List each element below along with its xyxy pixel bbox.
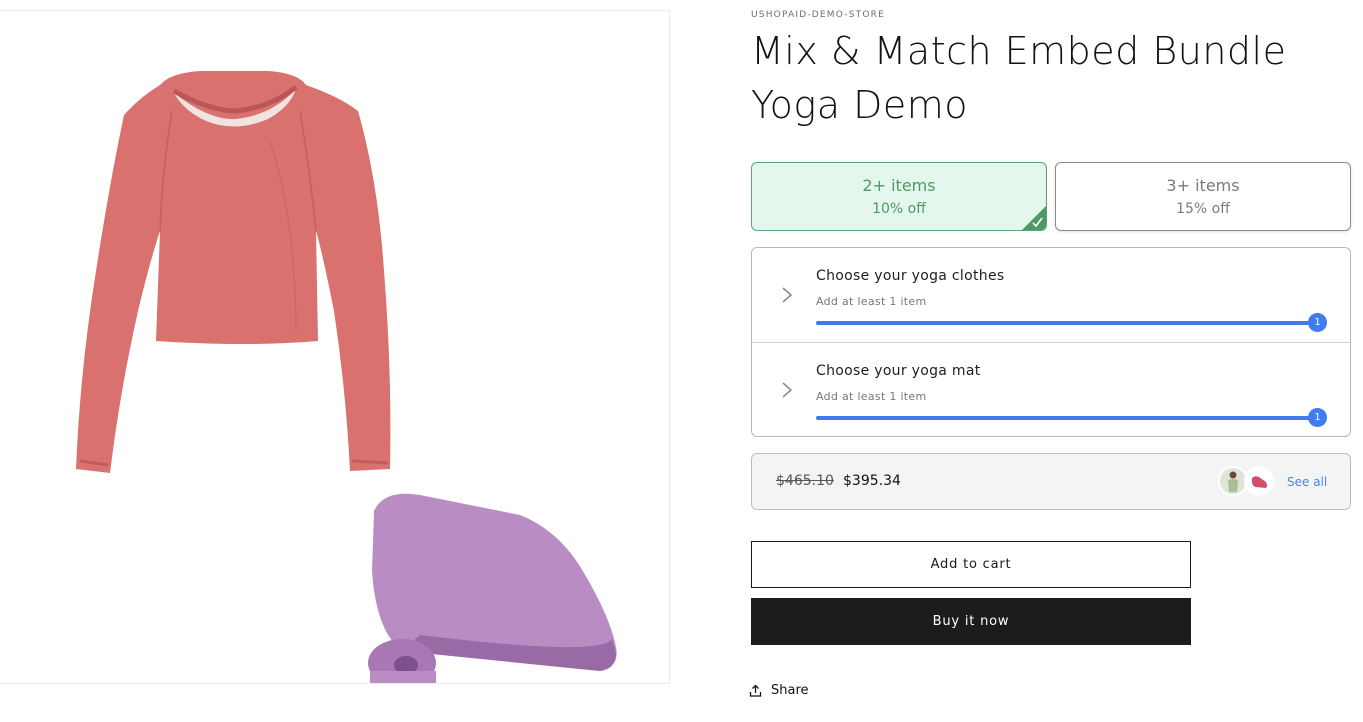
chevron-right-icon [782, 382, 793, 398]
step-progress-bar [816, 416, 1318, 420]
clothes-thumbnail-image [1220, 468, 1246, 494]
share-button[interactable]: Share [749, 683, 809, 698]
chevron-right-icon [782, 287, 793, 303]
tier-discount: 15% off [1176, 201, 1230, 217]
vendor-name: USHOPAID-DEMO-STORE [751, 10, 885, 20]
yoga-mat-illustration [368, 493, 617, 683]
product-title: Mix & Match Embed Bundle Yoga Demo [751, 29, 1287, 127]
original-price: $465.10 [776, 473, 834, 489]
shirt-illustration [76, 71, 391, 473]
step-yoga-mat[interactable]: Choose your yoga mat Add at least 1 item… [752, 342, 1350, 437]
share-label: Share [771, 683, 809, 698]
step-progress-bar [816, 321, 1318, 325]
mat-thumbnail-image [1246, 468, 1272, 494]
step-subtitle: Add at least 1 item [816, 390, 927, 403]
step-progress-fill [816, 416, 1318, 420]
step-count-badge: 1 [1308, 313, 1327, 332]
buy-now-button[interactable]: Buy it now [751, 598, 1191, 645]
tier-option-3-items[interactable]: 3+ items 15% off [1055, 162, 1351, 231]
see-all-link[interactable]: See all [1287, 475, 1327, 489]
step-yoga-clothes[interactable]: Choose your yoga clothes Add at least 1 … [752, 248, 1350, 342]
step-progress-fill [816, 321, 1318, 325]
bundle-steps: Choose your yoga clothes Add at least 1 … [751, 247, 1351, 437]
selected-item-thumbnail[interactable] [1244, 466, 1274, 496]
selected-check-icon [1022, 206, 1046, 230]
tier-label: 3+ items [1166, 176, 1240, 195]
discounted-price: $395.34 [843, 473, 901, 489]
step-title: Choose your yoga clothes [816, 268, 1005, 284]
tier-option-2-items[interactable]: 2+ items 10% off [751, 162, 1047, 231]
step-count-badge: 1 [1308, 408, 1327, 427]
tier-discount: 10% off [872, 201, 926, 217]
step-title: Choose your yoga mat [816, 363, 981, 379]
bundle-summary: $465.10 $395.34 See all [751, 453, 1351, 510]
tier-label: 2+ items [862, 176, 936, 195]
step-subtitle: Add at least 1 item [816, 295, 927, 308]
product-image [76, 71, 617, 683]
share-icon [749, 684, 762, 697]
add-to-cart-button[interactable]: Add to cart [751, 541, 1191, 588]
product-media [0, 10, 670, 684]
